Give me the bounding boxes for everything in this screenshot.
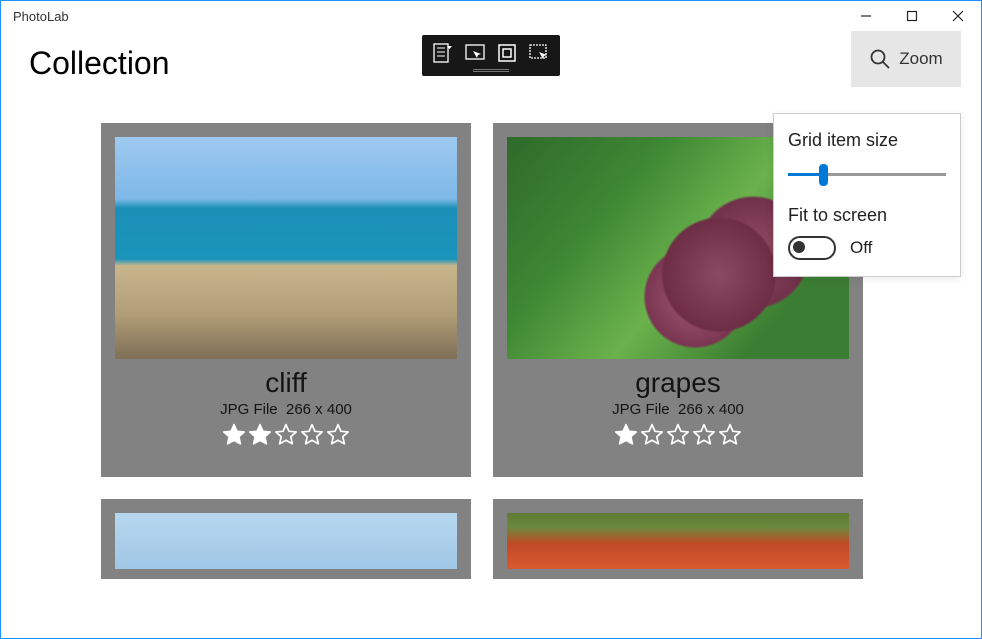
maximize-button[interactable]	[889, 1, 935, 31]
header: Collection	[1, 31, 981, 95]
zoom-panel: Grid item size Fit to screen Off	[773, 113, 961, 277]
star-icon	[247, 422, 273, 448]
photo-card[interactable]: cliff JPG File 266 x 400	[101, 123, 471, 477]
star-icon	[221, 422, 247, 448]
star-icon	[325, 422, 351, 448]
photo-rating[interactable]	[101, 422, 471, 448]
grid-size-label: Grid item size	[788, 130, 946, 151]
photo-thumbnail	[115, 137, 457, 359]
dev-toolbar[interactable]	[422, 35, 560, 76]
photo-meta: JPG File 266 x 400	[493, 401, 863, 418]
star-icon	[613, 422, 639, 448]
toolbar-select-element-icon[interactable]	[460, 39, 490, 67]
minimize-button[interactable]	[843, 1, 889, 31]
star-icon	[717, 422, 743, 448]
slider-thumb[interactable]	[819, 164, 828, 186]
photo-meta: JPG File 266 x 400	[101, 401, 471, 418]
window-title: PhotoLab	[13, 9, 69, 24]
title-bar: PhotoLab	[1, 1, 981, 31]
app-window: PhotoLab Collection	[0, 0, 982, 639]
photo-rating[interactable]	[493, 422, 863, 448]
grid-size-slider[interactable]	[788, 161, 946, 189]
page-title: Collection	[29, 45, 170, 82]
zoom-label: Zoom	[899, 49, 942, 69]
fit-to-screen-label: Fit to screen	[788, 205, 946, 226]
photo-title: cliff	[101, 367, 471, 399]
star-icon	[299, 422, 325, 448]
toolbar-drag-handle[interactable]	[473, 69, 509, 72]
photo-card[interactable]	[493, 499, 863, 579]
star-icon	[639, 422, 665, 448]
fit-to-screen-toggle[interactable]	[788, 236, 836, 260]
star-icon	[691, 422, 717, 448]
window-controls	[843, 1, 981, 31]
search-icon	[869, 48, 891, 70]
close-button[interactable]	[935, 1, 981, 31]
photo-thumbnail	[507, 513, 849, 569]
zoom-button[interactable]: Zoom	[851, 31, 961, 87]
toolbar-visual-tree-icon[interactable]	[428, 39, 458, 67]
star-icon	[665, 422, 691, 448]
toggle-state-text: Off	[850, 238, 872, 258]
photo-thumbnail	[115, 513, 457, 569]
photo-card[interactable]	[101, 499, 471, 579]
toolbar-track-focus-icon[interactable]	[524, 39, 554, 67]
toolbar-layout-adorners-icon[interactable]	[492, 39, 522, 67]
star-icon	[273, 422, 299, 448]
photo-title: grapes	[493, 367, 863, 399]
